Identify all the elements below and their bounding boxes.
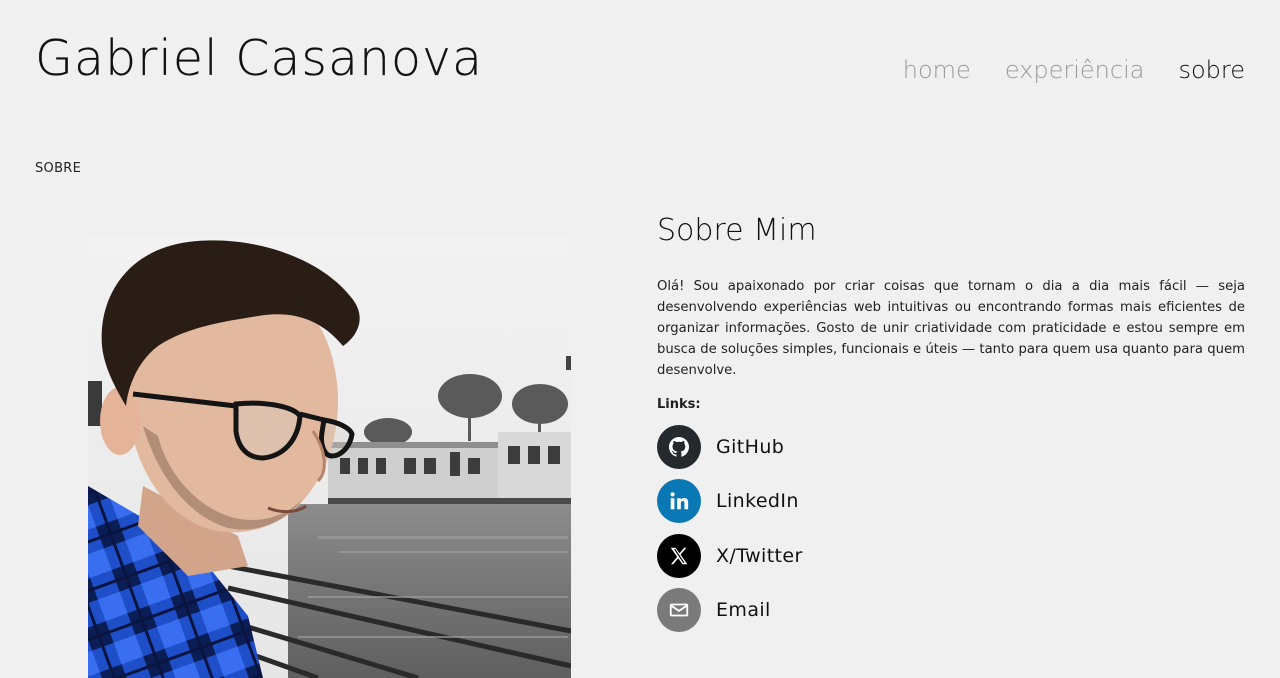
nav-experiencia[interactable]: experiência: [1005, 56, 1145, 84]
page: Gabriel Casanova home experiência sobre …: [0, 0, 1280, 678]
mail-icon: [657, 587, 701, 632]
email-label: Email: [716, 598, 771, 621]
links-label: Links:: [657, 397, 701, 412]
site-title[interactable]: Gabriel Casanova: [35, 30, 483, 87]
about-paragraph: Olá! Sou apaixonado por criar coisas que…: [657, 279, 1245, 378]
x-twitter-label: X/Twitter: [716, 544, 803, 567]
email-link[interactable]: Email: [657, 587, 803, 632]
github-label: GitHub: [716, 436, 785, 458]
about-title: Sobre Mim: [657, 213, 817, 248]
section-label: SOBRE: [35, 161, 82, 176]
profile-photo: [88, 236, 571, 678]
social-links: GitHub LinkedIn X/Twitter Email: [657, 425, 803, 642]
x-icon: [657, 533, 701, 578]
linkedin-icon: [657, 479, 701, 524]
linkedin-link[interactable]: LinkedIn: [657, 479, 803, 524]
x-twitter-link[interactable]: X/Twitter: [657, 533, 803, 578]
linkedin-label: LinkedIn: [716, 490, 799, 513]
nav-sobre[interactable]: sobre: [1178, 56, 1245, 84]
nav-home[interactable]: home: [903, 56, 971, 84]
github-icon: [657, 425, 701, 469]
github-link[interactable]: GitHub: [657, 425, 803, 469]
main-nav: home experiência sobre: [903, 56, 1245, 84]
